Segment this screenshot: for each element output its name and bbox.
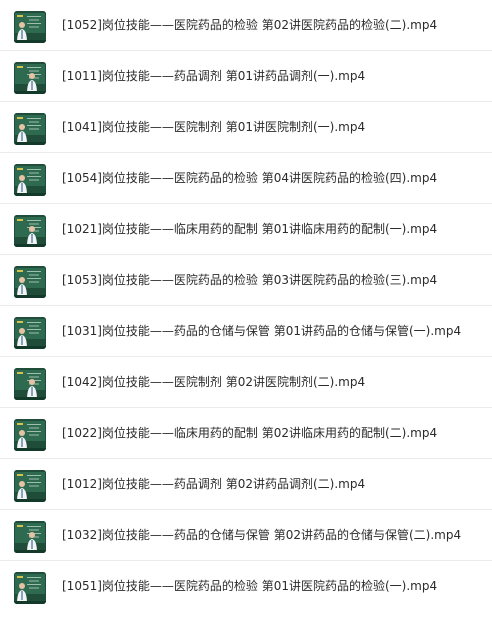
file-name: [1041]岗位技能——医院制剂 第01讲医院制剂(一).mp4 — [62, 120, 366, 134]
video-thumbnail-icon — [14, 572, 46, 604]
file-list: [1052]岗位技能——医院药品的检验 第02讲医院药品的检验(二).mp4 [… — [0, 0, 492, 619]
video-thumbnail-icon — [14, 62, 46, 94]
video-thumbnail-icon — [14, 113, 46, 145]
file-row[interactable]: [1032]岗位技能——药品的仓储与保管 第02讲药品的仓储与保管(二).mp4 — [0, 510, 492, 561]
thumbnail-graphic — [14, 470, 46, 502]
video-thumbnail-icon — [14, 470, 46, 502]
video-thumbnail-icon — [14, 164, 46, 196]
thumbnail-graphic — [14, 266, 46, 298]
file-name: [1031]岗位技能——药品的仓储与保管 第01讲药品的仓储与保管(一).mp4 — [62, 324, 462, 338]
file-name: [1021]岗位技能——临床用药的配制 第01讲临床用药的配制(一).mp4 — [62, 222, 438, 236]
thumbnail-graphic — [14, 572, 46, 604]
video-thumbnail-icon — [14, 521, 46, 553]
thumbnail-graphic — [14, 215, 46, 247]
thumbnail-graphic — [14, 368, 46, 400]
file-name: [1051]岗位技能——医院药品的检验 第01讲医院药品的检验(一).mp4 — [62, 579, 438, 593]
file-row[interactable]: [1053]岗位技能——医院药品的检验 第03讲医院药品的检验(三).mp4 — [0, 255, 492, 306]
file-name: [1053]岗位技能——医院药品的检验 第03讲医院药品的检验(三).mp4 — [62, 273, 438, 287]
video-thumbnail-icon — [14, 317, 46, 349]
video-thumbnail-icon — [14, 11, 46, 43]
file-name: [1052]岗位技能——医院药品的检验 第02讲医院药品的检验(二).mp4 — [62, 18, 438, 32]
thumbnail-graphic — [14, 317, 46, 349]
file-name: [1012]岗位技能——药品调剂 第02讲药品调剂(二).mp4 — [62, 477, 366, 491]
file-row[interactable]: [1042]岗位技能——医院制剂 第02讲医院制剂(二).mp4 — [0, 357, 492, 408]
file-name: [1054]岗位技能——医院药品的检验 第04讲医院药品的检验(四).mp4 — [62, 171, 438, 185]
file-row[interactable]: [1022]岗位技能——临床用药的配制 第02讲临床用药的配制(二).mp4 — [0, 408, 492, 459]
video-thumbnail-icon — [14, 266, 46, 298]
video-thumbnail-icon — [14, 368, 46, 400]
file-name: [1042]岗位技能——医院制剂 第02讲医院制剂(二).mp4 — [62, 375, 366, 389]
file-row[interactable]: [1051]岗位技能——医院药品的检验 第01讲医院药品的检验(一).mp4 — [0, 561, 492, 612]
thumbnail-graphic — [14, 11, 46, 43]
video-thumbnail-icon — [14, 215, 46, 247]
thumbnail-graphic — [14, 521, 46, 553]
file-row[interactable]: [1052]岗位技能——医院药品的检验 第02讲医院药品的检验(二).mp4 — [0, 0, 492, 51]
file-row[interactable]: [1021]岗位技能——临床用药的配制 第01讲临床用药的配制(一).mp4 — [0, 204, 492, 255]
thumbnail-graphic — [14, 113, 46, 145]
thumbnail-graphic — [14, 62, 46, 94]
video-thumbnail-icon — [14, 419, 46, 451]
file-row[interactable]: [1031]岗位技能——药品的仓储与保管 第01讲药品的仓储与保管(一).mp4 — [0, 306, 492, 357]
file-name: [1011]岗位技能——药品调剂 第01讲药品调剂(一).mp4 — [62, 69, 366, 83]
file-row[interactable]: [1041]岗位技能——医院制剂 第01讲医院制剂(一).mp4 — [0, 102, 492, 153]
thumbnail-graphic — [14, 164, 46, 196]
file-row[interactable]: [1054]岗位技能——医院药品的检验 第04讲医院药品的检验(四).mp4 — [0, 153, 492, 204]
thumbnail-graphic — [14, 419, 46, 451]
file-name: [1022]岗位技能——临床用药的配制 第02讲临床用药的配制(二).mp4 — [62, 426, 438, 440]
file-name: [1032]岗位技能——药品的仓储与保管 第02讲药品的仓储与保管(二).mp4 — [62, 528, 462, 542]
file-row[interactable]: [1012]岗位技能——药品调剂 第02讲药品调剂(二).mp4 — [0, 459, 492, 510]
file-row[interactable]: [1011]岗位技能——药品调剂 第01讲药品调剂(一).mp4 — [0, 51, 492, 102]
